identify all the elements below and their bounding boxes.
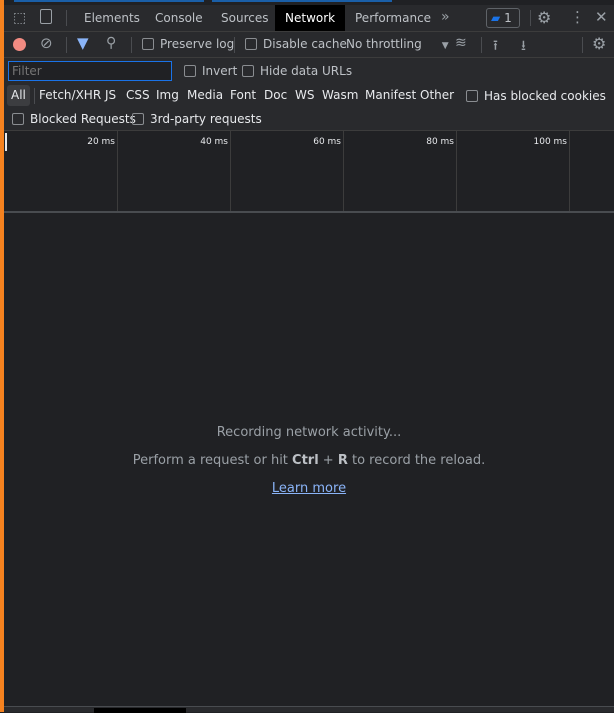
type-img[interactable]: Img [156, 84, 179, 107]
throttling-select[interactable]: No throttling ▼ [346, 37, 449, 51]
filter-input[interactable] [8, 61, 172, 81]
filter-funnel-icon[interactable]: ▼ [77, 34, 89, 52]
device-toolbar-icon[interactable] [40, 9, 52, 24]
export-har-icon[interactable]: ⭳ [521, 35, 526, 59]
status-bar [4, 706, 614, 713]
type-other[interactable]: Other [420, 84, 454, 107]
close-icon[interactable]: ✕ [595, 8, 608, 26]
more-tabs-icon[interactable]: » [441, 9, 450, 25]
tick-label: 60 ms [313, 137, 341, 147]
tick-label: 40 ms [200, 137, 228, 147]
settings-gear-icon[interactable]: ⚙ [537, 8, 551, 27]
blocked-row: Blocked Requests 3rd-party requests [4, 107, 614, 131]
disable-cache-label: Disable cache [263, 37, 347, 51]
issues-button[interactable]: ▰ 1 [486, 8, 520, 28]
disable-cache-checkbox[interactable]: Disable cache [245, 37, 347, 51]
blocked-requests-checkbox[interactable]: Blocked Requests [12, 112, 136, 126]
third-party-checkbox[interactable]: 3rd-party requests [132, 112, 262, 126]
inspect-element-icon[interactable]: ⬚ [13, 10, 26, 26]
type-media[interactable]: Media [187, 84, 223, 107]
tick-label: 80 ms [426, 137, 454, 147]
recording-message: Recording network activity... [216, 425, 402, 440]
type-js[interactable]: JS [105, 84, 116, 107]
tick-label: 100 ms [533, 137, 568, 147]
tab-elements[interactable]: Elements [74, 5, 150, 31]
resource-type-filter: All Fetch/XHR JS CSS Img Media Font Doc … [4, 84, 614, 107]
timeline-overview[interactable]: 20 ms 40 ms 60 ms 80 ms 100 ms [4, 131, 614, 213]
network-conditions-icon[interactable]: ≋ [455, 35, 467, 51]
search-icon[interactable]: ⚲ [106, 35, 116, 51]
network-settings-icon[interactable]: ⚙ [592, 34, 606, 53]
key-ctrl: Ctrl [292, 453, 319, 468]
has-blocked-cookies-checkbox[interactable]: Has blocked cookies [466, 89, 606, 103]
hint-plus: + [318, 453, 338, 468]
throttling-value: No throttling [346, 37, 422, 51]
record-button[interactable] [13, 38, 26, 51]
type-doc[interactable]: Doc [264, 84, 287, 107]
type-all[interactable]: All [7, 85, 30, 106]
tab-network[interactable]: Network [275, 5, 346, 31]
reload-hint: Perform a request or hit Ctrl + R to rec… [4, 453, 614, 468]
tab-console[interactable]: Console [145, 5, 213, 31]
timeline-handle[interactable] [5, 133, 7, 151]
type-css[interactable]: CSS [126, 84, 150, 107]
chevron-down-icon: ▼ [441, 41, 449, 51]
message-icon: ▰ [491, 11, 501, 25]
more-options-icon[interactable]: ⋮ [570, 8, 585, 26]
devtools-tabbar: ⬚ Elements Console Sources Network Perfo… [4, 5, 614, 32]
hint-text: Perform a request or hit [132, 453, 293, 468]
issues-count: 1 [504, 11, 512, 25]
invert-label: Invert [202, 64, 238, 78]
filter-row: Invert Hide data URLs [4, 58, 614, 84]
third-party-label: 3rd-party requests [150, 112, 262, 126]
preserve-log-checkbox[interactable]: Preserve log [142, 37, 234, 51]
has-blocked-cookies-label: Has blocked cookies [484, 89, 606, 103]
hint-text: to record the reload. [347, 453, 486, 468]
tab-sources[interactable]: Sources [211, 5, 278, 31]
type-fetch-xhr[interactable]: Fetch/XHR [39, 84, 101, 107]
hide-data-urls-checkbox[interactable]: Hide data URLs [242, 64, 352, 78]
clear-icon[interactable]: ⊘ [40, 34, 53, 52]
hide-data-urls-label: Hide data URLs [260, 64, 353, 78]
tab-performance[interactable]: Performance [345, 5, 441, 31]
network-toolbar: ⊘ ▼ ⚲ Preserve log Disable cache No thro… [4, 32, 614, 58]
preserve-log-label: Preserve log [160, 37, 235, 51]
type-ws[interactable]: WS [295, 84, 314, 107]
invert-checkbox[interactable]: Invert [184, 64, 237, 78]
tick-label: 20 ms [87, 137, 115, 147]
key-r: R [337, 453, 348, 468]
blocked-requests-label: Blocked Requests [30, 112, 136, 126]
type-wasm[interactable]: Wasm [322, 84, 358, 107]
type-manifest[interactable]: Manifest [365, 84, 416, 107]
import-har-icon[interactable]: ⭱ [493, 35, 498, 59]
learn-more-link[interactable]: Learn more [272, 481, 346, 496]
type-font[interactable]: Font [230, 84, 256, 107]
horizontal-scrollbar[interactable] [94, 708, 186, 713]
